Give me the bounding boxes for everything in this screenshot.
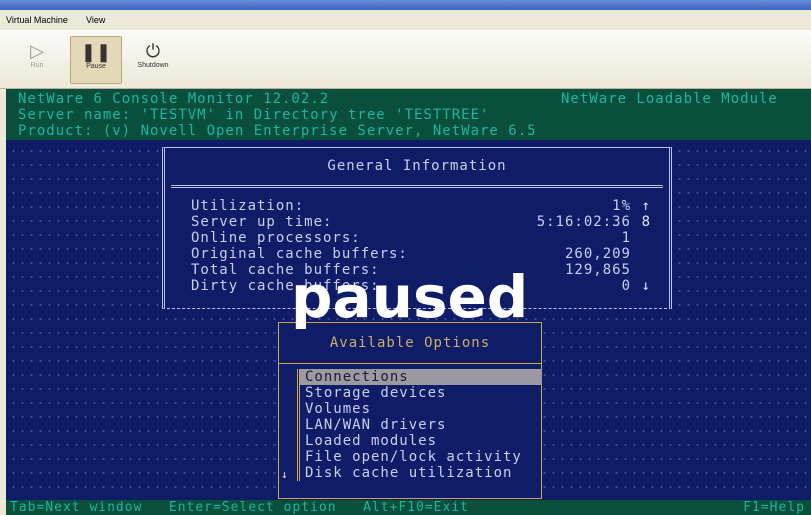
console-header-line-1: NetWare 6 Console Monitor 12.02.2	[18, 91, 330, 107]
run-button[interactable]: ▷ Run	[12, 36, 62, 82]
toolbar: ▷ Run ❚❚ Pause ⏻ Shutdown	[0, 30, 811, 89]
option-storage-devices[interactable]: Storage devices	[300, 385, 542, 401]
pause-label: Pause	[86, 63, 106, 70]
vm-console-screen[interactable]: NetWare 6 Console Monitor 12.02.2 Server…	[6, 89, 811, 515]
menu-virtual-machine[interactable]: Virtual Machine	[6, 15, 68, 25]
shutdown-label: Shutdown	[137, 62, 169, 69]
status-help: F1=Help	[743, 500, 805, 515]
option-loaded-modules[interactable]: Loaded modules	[300, 433, 542, 449]
info-value: 260,209	[564, 246, 631, 262]
menu-view[interactable]: View	[86, 15, 105, 25]
options-list: Connections Storage devices Volumes LAN/…	[297, 369, 542, 481]
power-icon: ⏻	[145, 41, 161, 61]
option-disk-cache-utilization[interactable]: Disk cache utilization	[300, 465, 542, 481]
paused-overlay-text: paused	[291, 263, 529, 331]
available-options-title: Available Options	[329, 335, 491, 351]
console-header-line-3: Product: (v) Novell Open Enterprise Serv…	[18, 123, 537, 139]
info-value: 0	[621, 278, 631, 294]
pause-icon: ❚❚	[80, 42, 112, 62]
info-marker: 8	[641, 214, 651, 230]
info-value: 129,865	[564, 262, 631, 278]
info-label: Utilization:	[191, 198, 305, 214]
console-header: NetWare 6 Console Monitor 12.02.2 Server…	[6, 89, 811, 140]
info-label: Original cache buffers:	[191, 246, 408, 262]
info-value: 1%	[612, 198, 631, 214]
info-row: Original cache buffers: 260,209	[191, 246, 651, 262]
pause-button[interactable]: ❚❚ Pause	[70, 36, 122, 84]
console-header-line-2: Server name: 'TESTVM' in Directory tree …	[18, 107, 490, 123]
info-row: Online processors: 1	[191, 230, 651, 246]
info-value: 1	[621, 230, 631, 246]
status-keys: Tab=Next window Enter=Select option Alt+…	[10, 500, 469, 515]
option-connections[interactable]: Connections	[300, 369, 542, 385]
play-icon: ▷	[30, 41, 44, 61]
info-value: 5:16:02:36	[536, 214, 631, 230]
scroll-up-marker: ↑	[641, 198, 651, 214]
console-header-right: NetWare Loadable Module	[561, 91, 778, 107]
info-row: Server up time: 5:16:02:36 8	[191, 214, 651, 230]
option-file-open-lock-activity[interactable]: File open/lock activity	[300, 449, 542, 465]
option-lan-wan-drivers[interactable]: LAN/WAN drivers	[300, 417, 542, 433]
menu-bar: Virtual Machine View	[0, 10, 811, 30]
info-label: Server up time:	[191, 214, 333, 230]
window-title-strip	[0, 0, 811, 10]
scroll-down-marker: ↓	[641, 278, 651, 294]
info-row: Utilization: 1% ↑	[191, 198, 651, 214]
info-label: Online processors:	[191, 230, 361, 246]
console-status-bar: Tab=Next window Enter=Select option Alt+…	[6, 500, 811, 515]
available-options-panel: Available Options ↓ Connections Storage …	[278, 322, 542, 499]
divider	[279, 363, 541, 364]
option-volumes[interactable]: Volumes	[300, 401, 542, 417]
divider	[171, 185, 663, 188]
general-information-title: General Information	[327, 158, 507, 174]
scroll-down-arrow-icon: ↓	[281, 468, 289, 481]
shutdown-button[interactable]: ⏻ Shutdown	[128, 36, 178, 82]
run-label: Run	[30, 62, 44, 69]
